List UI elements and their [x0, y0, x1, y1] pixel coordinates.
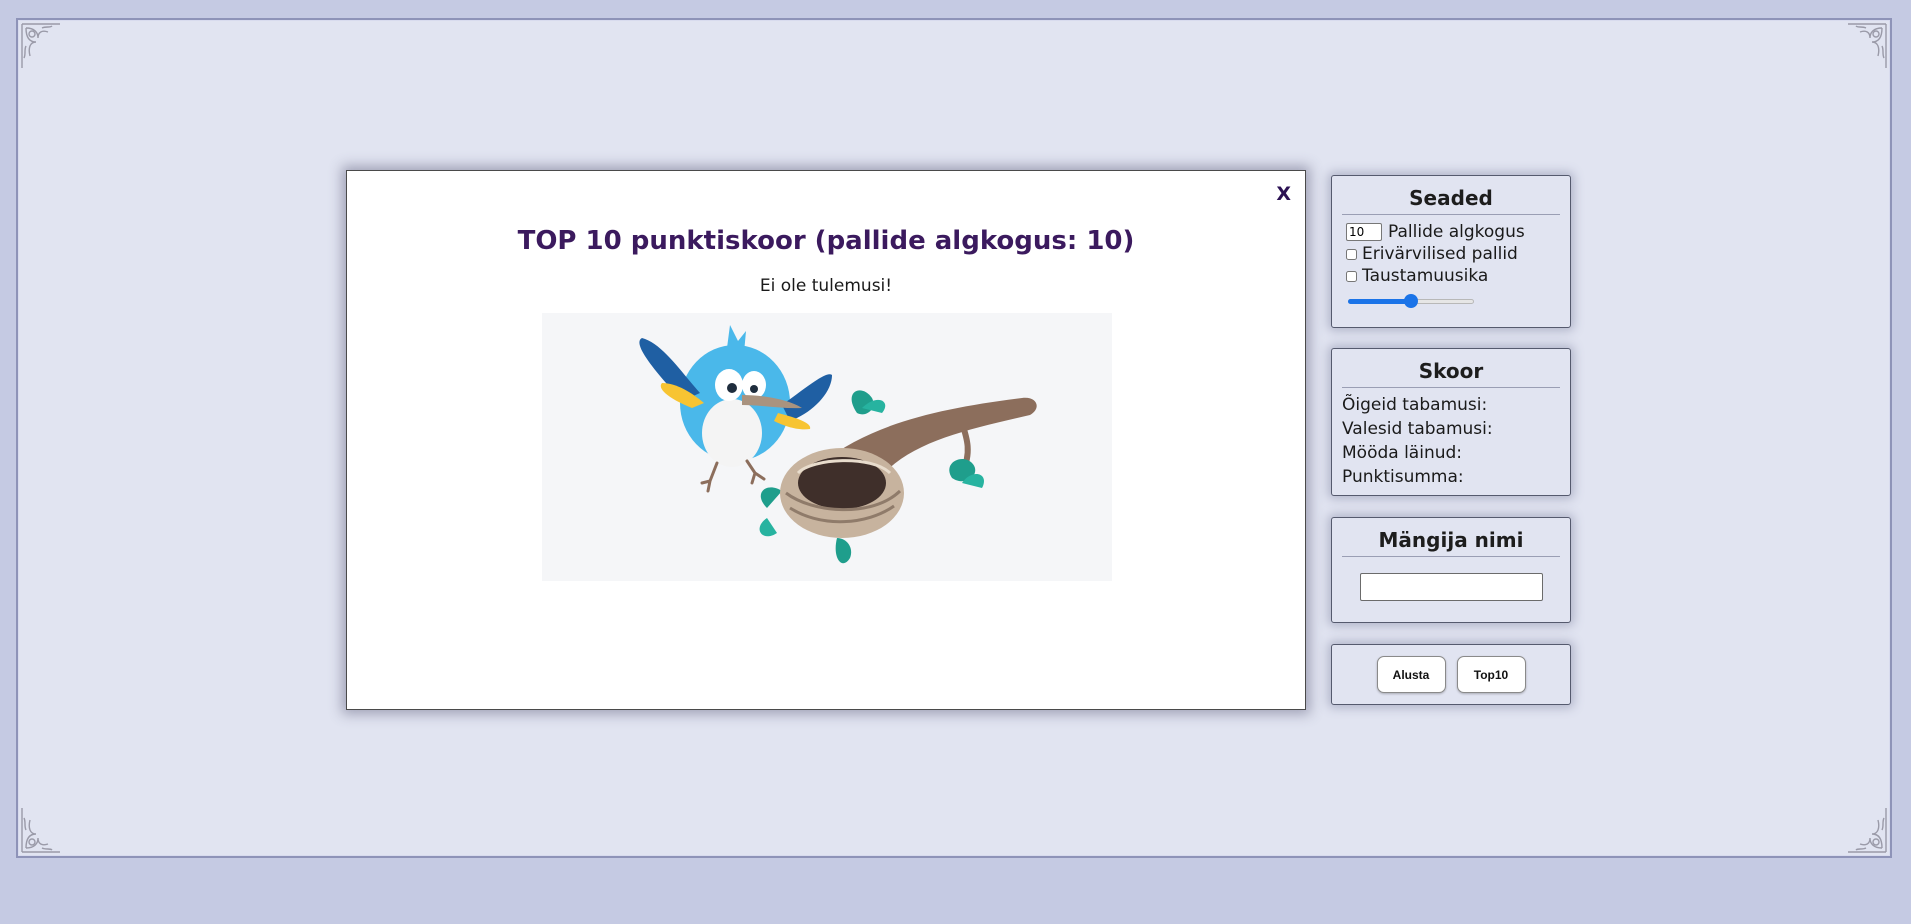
colored-balls-checkbox[interactable] — [1346, 248, 1357, 260]
score-heading: Skoor — [1342, 359, 1560, 388]
no-results-text: Ei ole tulemusi! — [759, 276, 893, 296]
score-panel: Skoor Õigeid tabamusi: Valesid tabamusi:… — [1331, 348, 1571, 496]
close-button[interactable]: X — [1276, 185, 1291, 204]
corner-ornament-icon — [20, 22, 64, 72]
player-heading: Mängija nimi — [1342, 528, 1560, 557]
ball-count-input[interactable] — [1346, 223, 1382, 241]
player-panel: Mängija nimi — [1331, 517, 1571, 623]
modal-title: TOP 10 punktiskoor (pallide algkogus: 10… — [517, 226, 1135, 256]
corner-ornament-icon — [20, 804, 64, 854]
volume-slider-fill — [1348, 299, 1411, 304]
colored-balls-label: Erivärvilised pallid — [1362, 244, 1518, 264]
music-checkbox[interactable] — [1346, 270, 1357, 282]
settings-heading: Seaded — [1342, 186, 1560, 215]
correct-hits-label: Õigeid tabamusi: — [1342, 395, 1488, 415]
volume-slider-thumb[interactable] — [1404, 294, 1418, 308]
corner-ornament-icon — [1844, 22, 1888, 72]
settings-panel: Seaded Pallide algkogus Erivärvilised pa… — [1331, 175, 1571, 328]
top10-button[interactable]: Top10 — [1456, 656, 1526, 693]
wrong-hits-label: Valesid tabamusi: — [1342, 419, 1493, 439]
ball-count-label: Pallide algkogus — [1388, 222, 1525, 242]
player-name-input[interactable] — [1359, 573, 1543, 601]
top10-modal: X TOP 10 punktiskoor (pallide algkogus: … — [346, 170, 1306, 710]
volume-slider[interactable] — [1348, 294, 1474, 308]
actions-panel: Alusta Top10 — [1331, 644, 1571, 705]
music-label: Taustamuusika — [1362, 266, 1489, 286]
bird-nest-image — [542, 313, 1112, 581]
start-button[interactable]: Alusta — [1376, 656, 1446, 693]
corner-ornament-icon — [1844, 804, 1888, 854]
missed-label: Mööda läinud: — [1342, 443, 1463, 463]
bird-with-nest-illustration-icon — [639, 325, 1037, 564]
total-points-label: Punktisumma: — [1342, 467, 1464, 487]
